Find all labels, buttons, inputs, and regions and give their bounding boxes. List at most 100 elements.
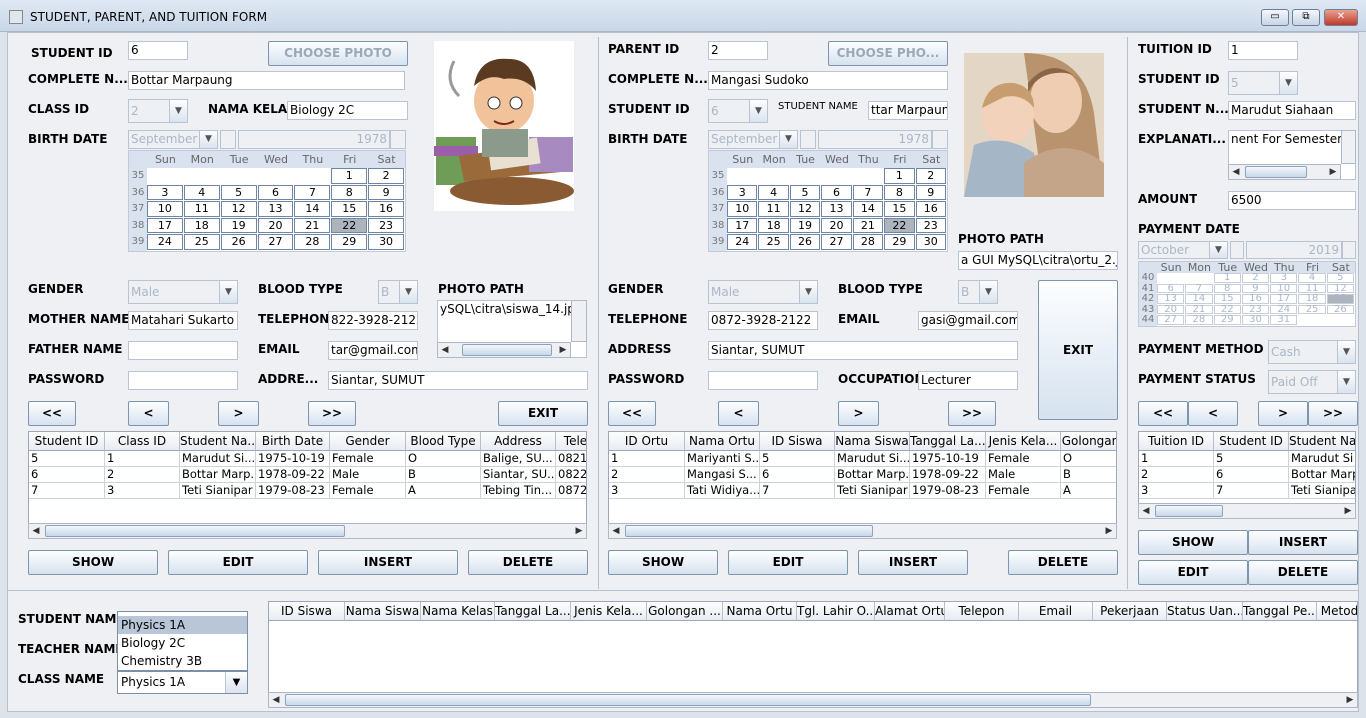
table-cell[interactable]: A	[406, 483, 481, 499]
password-field[interactable]	[708, 371, 818, 390]
horizontal-scrollbar[interactable]: ◀ ▶	[608, 523, 1117, 539]
day-cell[interactable]: 17	[147, 217, 183, 234]
table-cell[interactable]: O	[406, 451, 481, 467]
table-cell[interactable]: 7	[760, 483, 835, 499]
day-cell[interactable]: 13	[821, 201, 852, 217]
horizontal-scrollbar[interactable]: ◀ ▶	[268, 692, 1358, 708]
address-field[interactable]: Siantar, SUMUT	[708, 341, 1018, 360]
day-cell[interactable]: 31	[1270, 315, 1298, 325]
table-cell[interactable]: 3	[609, 483, 685, 499]
day-cell[interactable]: 30	[1241, 315, 1270, 325]
table-cell[interactable]: Siantar, SU...	[481, 467, 556, 483]
day-cell[interactable]: 22	[884, 217, 915, 234]
table-cell[interactable]: Teti Sianipar	[835, 483, 910, 499]
year-spinner[interactable]	[932, 130, 948, 149]
day-cell[interactable]: 16	[915, 201, 946, 217]
day-cell[interactable]: 17	[1270, 294, 1298, 304]
payment-method-combo[interactable]: Cash ▼	[1268, 340, 1356, 364]
password-field[interactable]	[128, 371, 238, 390]
table-cell[interactable]: 2	[1139, 467, 1214, 483]
table-cell[interactable]: Male	[986, 467, 1061, 483]
next-record-button[interactable]: >	[838, 401, 879, 426]
day-cell[interactable]: 30	[915, 234, 946, 250]
show-button[interactable]: SHOW	[1138, 530, 1248, 555]
table-cell[interactable]: 7	[29, 483, 105, 499]
class-name-combo[interactable]: Physics 1A ▼	[117, 671, 248, 694]
minimize-button[interactable]: ▭	[1261, 9, 1289, 26]
insert-button[interactable]: INSERT	[318, 550, 458, 575]
insert-button[interactable]: INSERT	[858, 550, 968, 575]
day-cell[interactable]: 9	[368, 184, 404, 201]
next-record-button[interactable]: >	[1258, 401, 1308, 426]
day-cell[interactable]: 30	[368, 234, 404, 250]
day-cell[interactable]: 11	[758, 201, 789, 217]
table-cell[interactable]: 3	[105, 483, 180, 499]
student-name-field[interactable]: ttar Marpaung	[868, 101, 948, 120]
first-record-button[interactable]: <<	[28, 401, 76, 426]
day-cell[interactable]: 25	[1298, 305, 1326, 315]
vertical-scrollbar[interactable]	[1341, 130, 1356, 164]
show-button[interactable]: SHOW	[28, 550, 158, 575]
table-cell[interactable]: Balige, SU...	[481, 451, 556, 467]
vertical-scrollbar[interactable]	[571, 300, 587, 342]
arrow-right-icon[interactable]: ▶	[1341, 504, 1355, 518]
table-cell[interactable]: 5	[760, 451, 835, 467]
table-cell[interactable]: Female	[986, 483, 1061, 499]
parent-id-field[interactable]: 2	[708, 41, 768, 60]
day-cell[interactable]: 24	[1270, 305, 1298, 315]
table-cell[interactable]: 2	[105, 467, 180, 483]
last-record-button[interactable]: >>	[1308, 401, 1358, 426]
day-cell[interactable]: 22	[1213, 305, 1241, 315]
table-cell[interactable]: Bottar Marp.	[1289, 467, 1355, 483]
day-cell[interactable]: 29	[331, 234, 368, 250]
day-cell[interactable]: 9	[915, 184, 946, 201]
email-field[interactable]: gasi@gmail.com	[918, 311, 1018, 330]
day-cell[interactable]: 12	[789, 201, 821, 217]
arrow-left-icon[interactable]: ◀	[29, 524, 43, 538]
year-field[interactable]: 1978	[818, 130, 932, 149]
day-cell[interactable]: 7	[1185, 283, 1213, 294]
table-cell[interactable]: Teti Sianipar	[180, 483, 256, 499]
day-cell[interactable]: 26	[220, 234, 257, 250]
day-cell[interactable]: 15	[884, 201, 915, 217]
table-cell[interactable]: 1	[609, 451, 685, 467]
close-button[interactable]: ✕	[1324, 9, 1358, 26]
month-spinner[interactable]	[220, 130, 236, 149]
delete-button[interactable]: DELETE	[1008, 550, 1118, 575]
year-spinner[interactable]	[1342, 241, 1356, 259]
day-cell[interactable]: 29	[1213, 315, 1241, 325]
day-cell[interactable]: 16	[1241, 294, 1270, 304]
next-record-button[interactable]: >	[218, 401, 259, 426]
table-cell[interactable]: Marudut Si...	[835, 451, 910, 467]
day-cell[interactable]: 4	[183, 184, 220, 201]
table-cell[interactable]: Female	[330, 451, 406, 467]
table-cell[interactable]: 0821-	[556, 451, 586, 467]
table-cell[interactable]: Tati Widiya...	[685, 483, 760, 499]
dropdown-option[interactable]: Physics 1A	[118, 616, 247, 634]
father-name-field[interactable]	[128, 341, 238, 360]
student-id-field[interactable]: 6	[128, 41, 188, 60]
day-cell[interactable]: 16	[368, 201, 404, 217]
table-cell[interactable]: Bottar Marp...	[835, 467, 910, 483]
month-spinner[interactable]	[800, 130, 816, 149]
table-cell[interactable]: Male	[330, 467, 406, 483]
edit-button[interactable]: EDIT	[168, 550, 308, 575]
arrow-left-icon[interactable]: ◀	[1139, 504, 1153, 518]
day-cell[interactable]: 21	[294, 217, 331, 234]
day-cell[interactable]: 6	[821, 184, 852, 201]
telephone-field[interactable]: 822-3928-2122	[328, 311, 418, 330]
day-cell[interactable]: 2	[915, 168, 946, 184]
complete-name-field[interactable]: Bottar Marpaung	[128, 71, 405, 90]
table-cell[interactable]: B	[406, 467, 481, 483]
day-cell[interactable]: 27	[257, 234, 294, 250]
day-cell[interactable]: 17	[727, 217, 758, 234]
day-cell[interactable]: 4	[1298, 273, 1326, 283]
table-cell[interactable]: 1975-10-19	[910, 451, 986, 467]
day-cell[interactable]: 2	[368, 168, 404, 184]
table-cell[interactable]: Female	[330, 483, 406, 499]
delete-button[interactable]: DELETE	[468, 550, 588, 575]
choose-photo-button[interactable]: CHOOSE PHOTO	[268, 41, 408, 66]
day-cell[interactable]: 23	[368, 217, 404, 234]
day-cell[interactable]: 8	[1213, 283, 1241, 294]
dropdown-option[interactable]: Chemistry 3B	[118, 652, 247, 670]
